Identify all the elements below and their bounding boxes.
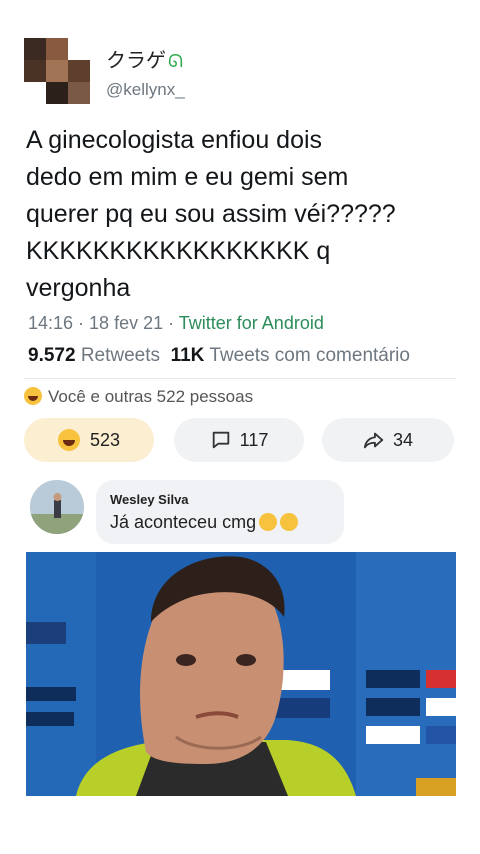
share-arrow-icon xyxy=(363,432,384,449)
tweet-author-handle[interactable]: @kellynx_ xyxy=(106,80,185,100)
man-interview-photo xyxy=(26,552,456,796)
comment-count: 117 xyxy=(239,429,269,450)
retweets-count: 9.572 xyxy=(28,345,76,366)
comment-text-row: Já aconteceu cmg xyxy=(110,512,299,533)
share-button[interactable]: 34 xyxy=(322,418,454,462)
reaction-summary[interactable]: Você e outras 522 pessoas xyxy=(24,387,253,407)
tweet-line: vergonha xyxy=(26,274,131,302)
comment-author[interactable]: Wesley Silva xyxy=(110,492,189,507)
laugh-emoji-icon xyxy=(24,387,42,405)
pixelated-avatar[interactable] xyxy=(24,38,90,104)
commenter-avatar[interactable] xyxy=(30,480,84,534)
laugh-count: 523 xyxy=(89,429,121,450)
tweet-line: dedo em mim e eu gemi sem xyxy=(26,163,349,191)
tweet-author-name[interactable]: クラゲ ᘏ xyxy=(106,44,183,73)
tweet-line: KKKKKKKKKKKKKKKKK q xyxy=(26,237,331,265)
reaction-summary-text: Você e outras 522 pessoas xyxy=(48,387,254,406)
comment-bubble-icon xyxy=(212,431,229,449)
tweet-source-app[interactable]: Twitter for Android xyxy=(179,313,324,333)
retweets-label: Retweets xyxy=(75,345,161,366)
share-count: 34 xyxy=(392,429,414,450)
person-photo-icon xyxy=(30,480,84,534)
meme-photo xyxy=(26,552,456,796)
tweet-text: A ginecologista enfiou dois dedo em mim … xyxy=(26,122,456,307)
comment-button[interactable]: 117 xyxy=(174,418,304,462)
tweet-timestamp: 14:16 · 18 fev 21 · xyxy=(28,313,179,333)
tweet-line: A ginecologista enfiou dois xyxy=(26,126,323,154)
leaf-icon: ᘏ xyxy=(168,51,183,71)
laugh-emoji-icon xyxy=(57,429,80,451)
quotes-label: Tweets com comentário xyxy=(204,345,410,366)
laugh-reaction-button[interactable]: 523 xyxy=(24,418,154,462)
tweet-stats[interactable]: 9.572 Retweets 11K Tweets com comentário xyxy=(28,345,410,367)
comment-text: Já aconteceu cmg xyxy=(110,512,257,532)
divider xyxy=(24,378,456,379)
tweet-meta: 14:16 · 18 fev 21 · Twitter for Android xyxy=(28,313,324,334)
flushed-emoji-icon xyxy=(280,513,299,531)
quotes-count: 11K xyxy=(170,345,205,366)
tweet-line: querer pq eu sou assim véi????? xyxy=(26,200,396,228)
sad-emoji-icon xyxy=(259,513,278,531)
author-name-text: クラゲ xyxy=(106,50,166,72)
